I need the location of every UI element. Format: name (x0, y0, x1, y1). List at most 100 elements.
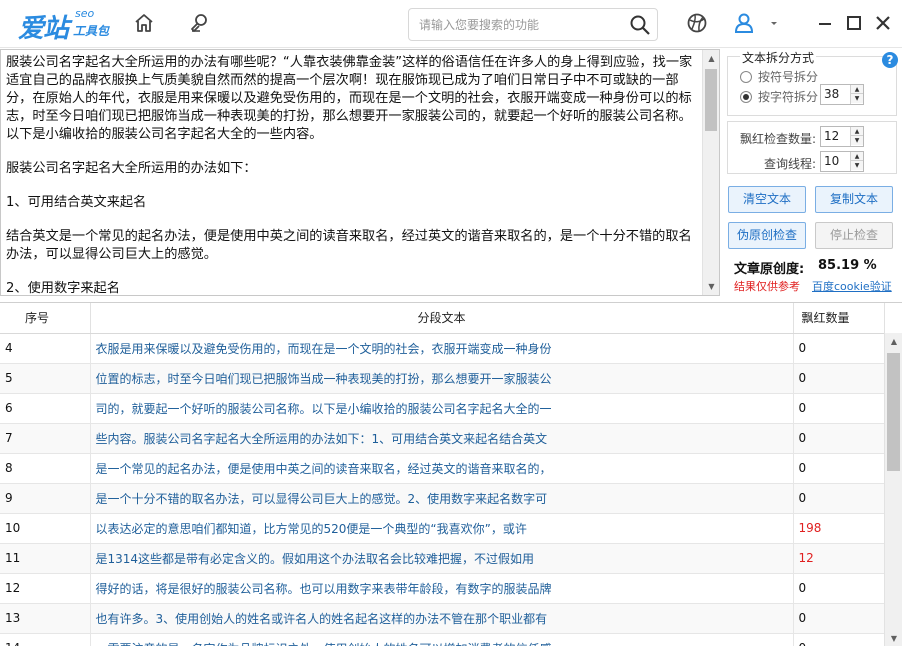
table-row[interactable]: 6 司的，就要起一个好听的服装公司名称。以下是小编收拾的服装公司名字起名大全的一 0 (0, 393, 885, 424)
column-header-no[interactable]: 序号 (0, 303, 91, 334)
split-by-chars-label: 按字符拆分 (758, 90, 819, 104)
logo-seo-text: seo (75, 7, 95, 20)
chars-stepper[interactable]: 38 ▲ ▼ (820, 84, 864, 105)
row-count: 0 (793, 483, 885, 514)
scroll-thumb[interactable] (887, 353, 900, 471)
row-text: 是1314这些都是带有必定含义的。假如用这个办法取名会比较难把握，不过假如用 (90, 543, 794, 574)
control-panel: 文本拆分方式 按符号拆分 按字符拆分 38 ▲ ▼ ? 飘红检查数量: 12 ▲ ▼… (722, 49, 902, 296)
stop-check-button[interactable]: 停止检查 (815, 222, 893, 249)
row-count: 0 (793, 603, 885, 634)
threads-label: 查询线程: (763, 157, 816, 171)
row-count: 0 (793, 363, 885, 394)
originality-value: 85.19 % (818, 258, 877, 273)
clear-text-button[interactable]: 清空文本 (728, 186, 806, 213)
row-text: 位置的标志，时至今日咱们现已把服饰当成一种表现美的打扮，那么想要开一家服装公 (90, 363, 794, 394)
split-by-symbol-option[interactable]: 按符号拆分 (740, 68, 818, 85)
column-header-count[interactable]: 飘红数量 (793, 303, 885, 334)
check-button[interactable]: 伪原创检查 (728, 222, 806, 249)
scroll-thumb[interactable] (705, 69, 717, 131)
table-scrollbar[interactable]: ▲ ▼ (884, 333, 902, 646)
table-row[interactable]: 10 以表达必定的意思咱们都知道，比方常见的520便是一个典型的“我喜欢你”，或许… (0, 513, 885, 544)
segments-grid: 序号 分段文本 飘红数量 4 衣服是用来保暖以及避免受伤用的，而现在是一个文明的社… (0, 303, 885, 646)
row-text: 些内容。服装公司名字起名大全所运用的办法如下：1、可用结合英文来起名结合英文 (90, 423, 794, 454)
row-count: 12 (793, 543, 885, 574)
stepper-down-icon[interactable]: ▼ (851, 94, 863, 103)
search-box (408, 8, 658, 41)
user-icon[interactable] (733, 12, 755, 34)
split-by-symbol-label: 按符号拆分 (758, 70, 819, 84)
table-row[interactable]: 5 位置的标志，时至今日咱们现已把服饰当成一种表现美的打扮，那么想要开一家服装公 0 (0, 363, 885, 394)
row-number: 9 (0, 483, 91, 514)
maximize-icon[interactable] (843, 12, 865, 34)
scroll-down-icon[interactable]: ▼ (703, 278, 720, 295)
row-number: 6 (0, 393, 91, 424)
row-number: 12 (0, 573, 91, 604)
split-mode-group: 文本拆分方式 按符号拆分 按字符拆分 38 ▲ ▼ (727, 49, 897, 116)
radio-button[interactable] (740, 90, 752, 103)
table-row[interactable]: 12 得好的话，将是很好的服装公司名称。也可以用数字来表带年龄段，有数字的服装品牌… (0, 573, 885, 604)
app-logo: 爱站 seo 工具包 (18, 6, 118, 44)
close-icon[interactable] (872, 12, 894, 34)
cookie-verify-link[interactable]: 百度cookie验证 (812, 278, 892, 294)
row-number: 11 (0, 543, 91, 574)
table-row[interactable]: 14，需要注意的是，名字作为品牌标识之外，使用创始人的姓名可以增加消费者的信任感… (0, 633, 885, 646)
scroll-down-icon[interactable]: ▼ (885, 630, 902, 646)
row-count: 0 (793, 573, 885, 604)
text-editor[interactable]: 服装公司名字起名大全所运用的办法有哪些呢？“人靠衣装佛靠金装”这样的俗语信任在许… (0, 49, 720, 296)
threads-value: 10 (824, 154, 840, 168)
basketball-icon[interactable] (686, 12, 708, 34)
search-icon[interactable] (629, 14, 651, 36)
row-count: 0 (793, 333, 885, 364)
stepper-up-icon[interactable]: ▲ (851, 85, 863, 94)
row-number: 7 (0, 423, 91, 454)
table-row[interactable]: 7 些内容。服装公司名字起名大全所运用的办法如下：1、可用结合英文来起名结合英文 0 (0, 423, 885, 454)
copy-text-button[interactable]: 复制文本 (815, 186, 893, 213)
split-mode-title: 文本拆分方式 (740, 49, 817, 66)
table-header-row: 序号 分段文本 飘红数量 (0, 303, 885, 334)
check-count-stepper[interactable]: 12 ▲ ▼ (820, 126, 864, 147)
check-settings-group: 飘红检查数量: 12 ▲ ▼ 查询线程: 10 ▲ ▼ (727, 121, 897, 174)
row-count: 0 (793, 633, 885, 646)
row-count: 198 (793, 513, 885, 544)
editor-paragraph: 2、使用数字来起名 (6, 281, 120, 294)
row-text: 是一个常见的起名办法，便是使用中英之间的读音来取名，经过英文的谐音来取名的， (90, 453, 794, 484)
row-text: 司的，就要起一个好听的服装公司名称。以下是小编收拾的服装公司名字起名大全的一 (90, 393, 794, 424)
row-number: 4 (0, 333, 91, 364)
logo-main-text: 爱站 (18, 14, 69, 44)
chevron-down-icon[interactable] (768, 14, 780, 36)
stepper-up-icon[interactable]: ▲ (851, 127, 863, 136)
segments-table: 序号 分段文本 飘红数量 4 衣服是用来保暖以及避免受伤用的，而现在是一个文明的社… (0, 302, 902, 646)
editor-paragraph: 服装公司名字起名大全所运用的办法如下： (6, 161, 257, 176)
stepper-down-icon[interactable]: ▼ (851, 136, 863, 145)
row-text: 以表达必定的意思咱们都知道，比方常见的520便是一个典型的“我喜欢你”，或许 (90, 513, 794, 544)
table-row[interactable]: 4 衣服是用来保暖以及避免受伤用的，而现在是一个文明的社会，衣服开端变成一种身份 0 (0, 333, 885, 364)
editor-content[interactable]: 服装公司名字起名大全所运用的办法有哪些呢？“人靠衣装佛靠金装”这样的俗语信任在许… (6, 54, 700, 294)
stepper-up-icon[interactable]: ▲ (851, 152, 863, 161)
table-row[interactable]: 9 是一个十分不错的取名办法，可以显得公司巨大上的感觉。2、使用数字来起名数字可 0 (0, 483, 885, 514)
radio-button[interactable] (740, 70, 752, 83)
table-row[interactable]: 13 也有许多。3、使用创始人的姓名或许名人的姓名起名这样的办法不管在那个职业都有… (0, 603, 885, 634)
split-by-chars-option[interactable]: 按字符拆分 (740, 88, 818, 105)
row-text: 也有许多。3、使用创始人的姓名或许名人的姓名起名这样的办法不管在那个职业都有 (90, 603, 794, 634)
tools-icon[interactable] (188, 12, 210, 34)
stepper-down-icon[interactable]: ▼ (851, 161, 863, 170)
table-row[interactable]: 11 是1314这些都是带有必定含义的。假如用这个办法取名会比较难把握，不过假如用… (0, 543, 885, 574)
threads-stepper[interactable]: 10 ▲ ▼ (820, 151, 864, 172)
minimize-icon[interactable] (814, 12, 836, 34)
editor-paragraph: 1、可用结合英文来起名 (6, 195, 147, 210)
home-icon[interactable] (133, 12, 155, 34)
row-number: 10 (0, 513, 91, 544)
column-header-text[interactable]: 分段文本 (90, 303, 794, 334)
row-text: 是一个十分不错的取名办法，可以显得公司巨大上的感觉。2、使用数字来起名数字可 (90, 483, 794, 514)
editor-scrollbar[interactable]: ▲ ▼ (702, 50, 719, 295)
row-count: 0 (793, 393, 885, 424)
search-input[interactable] (419, 15, 619, 35)
row-number: 5 (0, 363, 91, 394)
help-icon[interactable]: ? (882, 52, 898, 68)
scroll-up-icon[interactable]: ▲ (703, 50, 720, 67)
table-row[interactable]: 8 是一个常见的起名办法，便是使用中英之间的读音来取名，经过英文的谐音来取名的， 0 (0, 453, 885, 484)
check-count-label: 飘红检查数量: (739, 132, 816, 146)
row-count: 0 (793, 423, 885, 454)
row-number: 13 (0, 603, 91, 634)
scroll-up-icon[interactable]: ▲ (885, 333, 902, 350)
